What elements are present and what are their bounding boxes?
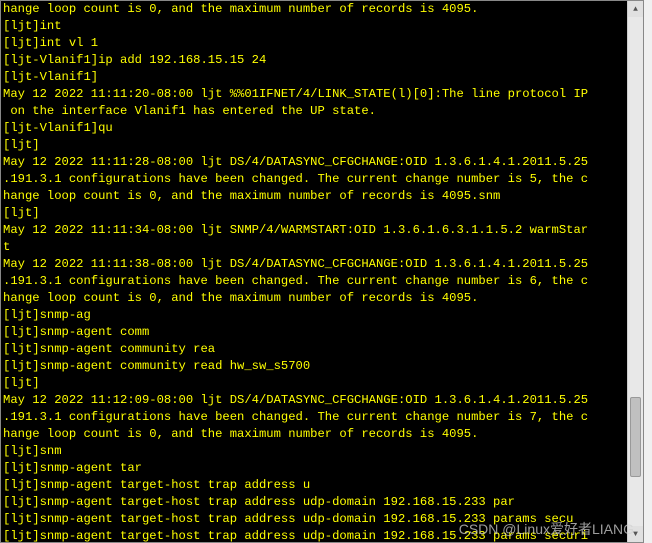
- terminal-line: [ljt]int: [3, 18, 625, 35]
- terminal-line: [ljt]snmp-agent community read hw_sw_s57…: [3, 358, 625, 375]
- terminal-line: [ljt]int vl 1: [3, 35, 625, 52]
- terminal-line: .191.3.1 configurations have been change…: [3, 171, 625, 188]
- terminal-line: t: [3, 239, 625, 256]
- terminal-window: hange loop count is 0, and the maximum n…: [0, 0, 644, 543]
- terminal-output[interactable]: hange loop count is 0, and the maximum n…: [1, 1, 627, 542]
- scroll-up-arrow[interactable]: ▲: [628, 1, 643, 17]
- terminal-line: [ljt]snmp-agent target-host trap address…: [3, 511, 625, 528]
- terminal-line: May 12 2022 11:11:20-08:00 ljt %%01IFNET…: [3, 86, 625, 103]
- terminal-line: [ljt]snmp-agent target-host trap address…: [3, 477, 625, 494]
- terminal-line: [ljt]snmp-agent tar: [3, 460, 625, 477]
- terminal-line: [ljt]snmp-agent comm: [3, 324, 625, 341]
- terminal-line: [ljt]snmp-agent target-host trap address…: [3, 494, 625, 511]
- terminal-line: [ljt-Vlanif1]qu: [3, 120, 625, 137]
- terminal-line: .191.3.1 configurations have been change…: [3, 273, 625, 290]
- terminal-line: hange loop count is 0, and the maximum n…: [3, 1, 625, 18]
- terminal-line: [ljt]: [3, 375, 625, 392]
- scrollbar-thumb[interactable]: [630, 397, 641, 477]
- terminal-line: [ljt]snmp-agent target-host trap address…: [3, 528, 625, 542]
- scroll-down-arrow[interactable]: ▼: [628, 526, 643, 542]
- terminal-line: May 12 2022 11:12:09-08:00 ljt DS/4/DATA…: [3, 392, 625, 409]
- terminal-line: [ljt-Vlanif1]: [3, 69, 625, 86]
- terminal-line: hange loop count is 0, and the maximum n…: [3, 290, 625, 307]
- scrollbar-track[interactable]: [628, 17, 643, 526]
- terminal-line: .191.3.1 configurations have been change…: [3, 409, 625, 426]
- terminal-line: [ljt-Vlanif1]ip add 192.168.15.15 24: [3, 52, 625, 69]
- terminal-line: [ljt]: [3, 205, 625, 222]
- terminal-line: hange loop count is 0, and the maximum n…: [3, 426, 625, 443]
- terminal-line: May 12 2022 11:11:38-08:00 ljt DS/4/DATA…: [3, 256, 625, 273]
- terminal-line: [ljt]snm: [3, 443, 625, 460]
- terminal-line: May 12 2022 11:11:34-08:00 ljt SNMP/4/WA…: [3, 222, 625, 239]
- terminal-line: hange loop count is 0, and the maximum n…: [3, 188, 625, 205]
- terminal-line: on the interface Vlanif1 has entered the…: [3, 103, 625, 120]
- terminal-line: [ljt]: [3, 137, 625, 154]
- terminal-line: [ljt]snmp-agent community rea: [3, 341, 625, 358]
- vertical-scrollbar[interactable]: ▲ ▼: [627, 1, 643, 542]
- terminal-line: [ljt]snmp-ag: [3, 307, 625, 324]
- terminal-line: May 12 2022 11:11:28-08:00 ljt DS/4/DATA…: [3, 154, 625, 171]
